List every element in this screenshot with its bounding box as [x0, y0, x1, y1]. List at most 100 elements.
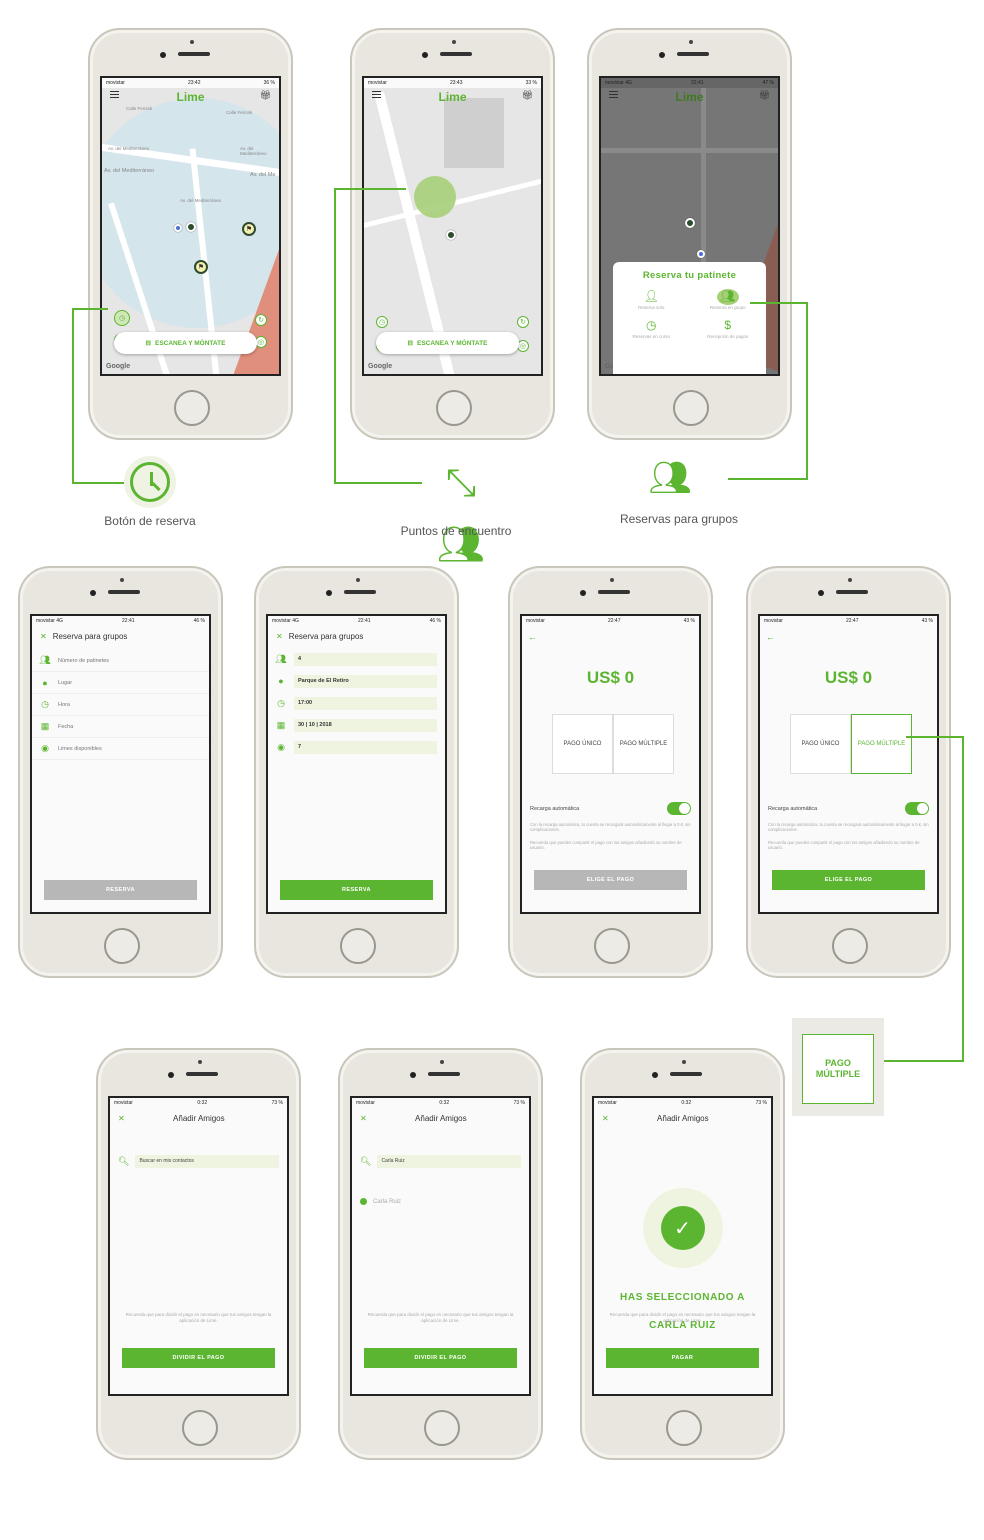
- search-bar: 🔍︎ Carla Ruiz: [360, 1154, 521, 1168]
- clock-icon: ◷: [646, 318, 657, 332]
- field-limes-available[interactable]: ◉ 7: [268, 736, 445, 758]
- connector-line: [750, 302, 808, 304]
- selected-line-1: HAS SELECCIONADO A: [620, 1292, 745, 1303]
- scooter-group-badge[interactable]: ⚑: [242, 222, 256, 236]
- scooter-pin: [685, 218, 695, 228]
- gift-icon[interactable]: 🎁︎: [759, 90, 770, 101]
- reserve-button[interactable]: RESERVA: [44, 880, 197, 900]
- field-limes-available[interactable]: ◉ Limes disponibles: [32, 738, 209, 760]
- home-button: [832, 928, 868, 964]
- close-icon[interactable]: ✕: [602, 1114, 609, 1123]
- back-arrow-icon[interactable]: ←: [766, 632, 775, 642]
- refresh-button[interactable]: ↻: [517, 316, 529, 328]
- choose-payment-button[interactable]: ELIGE EL PAGO: [534, 870, 687, 890]
- recharge-info: Con la recarga automática, tu cuenta se …: [768, 822, 929, 833]
- pay-multiple-zoom-label: PAGO MÚLTIPLE: [802, 1034, 874, 1104]
- choose-payment-button[interactable]: ELIGE EL PAGO: [772, 870, 925, 890]
- screen-header: ✕ Añadir Amigos: [594, 1110, 771, 1126]
- gift-icon[interactable]: 🎁︎: [522, 90, 533, 101]
- pay-multiple-option[interactable]: PAGO MÚLTIPLE: [613, 714, 674, 774]
- scooter-icon: ◉: [41, 743, 49, 753]
- reserve-clock-button[interactable]: ◷: [376, 316, 388, 328]
- pay-single-option[interactable]: PAGO ÚNICO: [790, 714, 851, 774]
- pay-button[interactable]: PAGAR: [606, 1348, 759, 1368]
- status-bar: movistar 22:47 43 %: [764, 618, 933, 624]
- search-input[interactable]: Buscar en mis contactos: [135, 1154, 279, 1168]
- field-time[interactable]: ◷ 17:00: [268, 692, 445, 714]
- clock-icon: [124, 456, 176, 508]
- reserve-button[interactable]: RESERVA: [280, 880, 433, 900]
- gift-icon[interactable]: 🎁︎: [260, 90, 271, 101]
- popup-title: Reserva tu patinete: [642, 270, 737, 281]
- pay-multiple-zoom: PAGO MÚLTIPLE: [792, 1018, 884, 1116]
- contact-result[interactable]: Carla Ruiz: [360, 1198, 401, 1205]
- field-date[interactable]: ▦ 30 | 10 | 2018: [268, 714, 445, 736]
- group-icon: 👥︎: [648, 459, 692, 497]
- status-bar: movistar 23:43 33 %: [368, 80, 537, 86]
- field-place[interactable]: ● Parque de El Retiro: [268, 670, 445, 692]
- home-button: [666, 1410, 702, 1446]
- search-icon: 🔍︎: [360, 1155, 372, 1166]
- split-payment-button[interactable]: DIVIDIR EL PAGO: [364, 1348, 517, 1368]
- phone-group-form-filled: movistar 4G 22:41 46 % ✕ Reserva para grupo…: [254, 566, 459, 978]
- user-location: [697, 250, 705, 258]
- home-button: [340, 928, 376, 964]
- map[interactable]: ◷ ! ↻ ◎ ⊟ESCANEA Y MÓNTATE Google: [364, 88, 541, 374]
- connector-line: [72, 308, 108, 310]
- close-icon[interactable]: ✕: [360, 1114, 367, 1123]
- status-bar: movistar 0:32 73 %: [114, 1100, 283, 1106]
- back-arrow-icon[interactable]: ←: [528, 632, 537, 642]
- search-input[interactable]: Carla Ruiz: [377, 1154, 521, 1168]
- user-location: [174, 224, 182, 232]
- google-logo: Google: [368, 363, 393, 370]
- connector-line: [876, 1060, 964, 1062]
- field-date[interactable]: ▦ Fecha: [32, 716, 209, 738]
- phone-reserve-popup: movistar 4G22:4147 % Google Lime 🎁︎ Rese…: [587, 28, 792, 440]
- payment-options: PAGO ÚNICO PAGO MÚLTIPLE: [552, 714, 674, 774]
- option-payment-reception[interactable]: $ Recepción de pagos: [690, 318, 767, 339]
- scooter-icon: ◉: [277, 741, 285, 752]
- option-reservations-ongoing[interactable]: ◷ Reservas en curso: [613, 318, 690, 339]
- contact-dot-icon: [360, 1198, 367, 1205]
- phone-friend-selected: movistar 0:32 73 % ✕ Añadir Amigos ✓ HAS SE…: [580, 1048, 785, 1460]
- calendar-icon: ▦: [276, 719, 286, 730]
- reserve-clock-button[interactable]: ◷: [114, 310, 130, 326]
- map[interactable]: Calle Fenzek Calle Fenzek Av. del Medite…: [102, 88, 279, 374]
- field-place[interactable]: ● Lugar: [32, 672, 209, 694]
- pay-single-option[interactable]: PAGO ÚNICO: [552, 714, 613, 774]
- auto-recharge-toggle[interactable]: [905, 802, 929, 815]
- scooter-pin[interactable]: [446, 230, 456, 240]
- reserve-popup: Reserva tu patinete 👤︎ Reserva solo 👥︎ Res…: [613, 262, 767, 374]
- option-reserve-group[interactable]: 👥︎ Reserva en grupo: [690, 289, 767, 310]
- share-info: Recuerda que puedes compartir el pago co…: [768, 840, 920, 851]
- field-time[interactable]: ◷ Hora: [32, 694, 209, 716]
- option-reserve-solo[interactable]: 👤︎ Reserva solo: [613, 289, 690, 310]
- meeting-point-zone[interactable]: [414, 176, 456, 218]
- auto-recharge-toggle[interactable]: [667, 802, 691, 815]
- meeting-points-icon: ⤡👥︎: [436, 462, 486, 566]
- close-icon[interactable]: ✕: [118, 1114, 125, 1123]
- screen-header: ✕ Reserva para grupos: [268, 628, 445, 644]
- close-icon[interactable]: ✕: [40, 632, 47, 641]
- calendar-icon: ▦: [40, 721, 50, 731]
- connector-line: [806, 302, 808, 480]
- refresh-button[interactable]: ↻: [255, 314, 267, 326]
- connector-line: [962, 736, 964, 1062]
- group-form-screen: movistar 4G 22:41 46 % ✕ Reserva para grupo…: [266, 614, 447, 914]
- field-scooter-count[interactable]: 👥︎ 4: [268, 648, 445, 670]
- scan-ride-button[interactable]: ⊟ ESCANEA Y MÓNTATE: [114, 332, 257, 354]
- search-bar: 🔍︎ Buscar en mis contactos: [118, 1154, 279, 1168]
- scan-ride-button[interactable]: ⊟ ESCANEA Y MÓNTATE: [376, 332, 519, 354]
- connector-line: [72, 482, 124, 484]
- pay-multiple-option[interactable]: PAGO MÚLTIPLE: [851, 714, 912, 774]
- home-button: [424, 1410, 460, 1446]
- close-icon[interactable]: ✕: [276, 632, 283, 641]
- home-button: [436, 390, 472, 426]
- google-logo: Google: [106, 363, 131, 370]
- scooter-pin[interactable]: [186, 222, 196, 232]
- field-scooter-count[interactable]: 👥︎ Número de patinetes: [32, 650, 209, 672]
- home-button: [594, 928, 630, 964]
- lime-logo: Lime: [176, 90, 205, 104]
- split-payment-button[interactable]: DIVIDIR EL PAGO: [122, 1348, 275, 1368]
- scooter-group-badge[interactable]: ⚑: [194, 260, 208, 274]
